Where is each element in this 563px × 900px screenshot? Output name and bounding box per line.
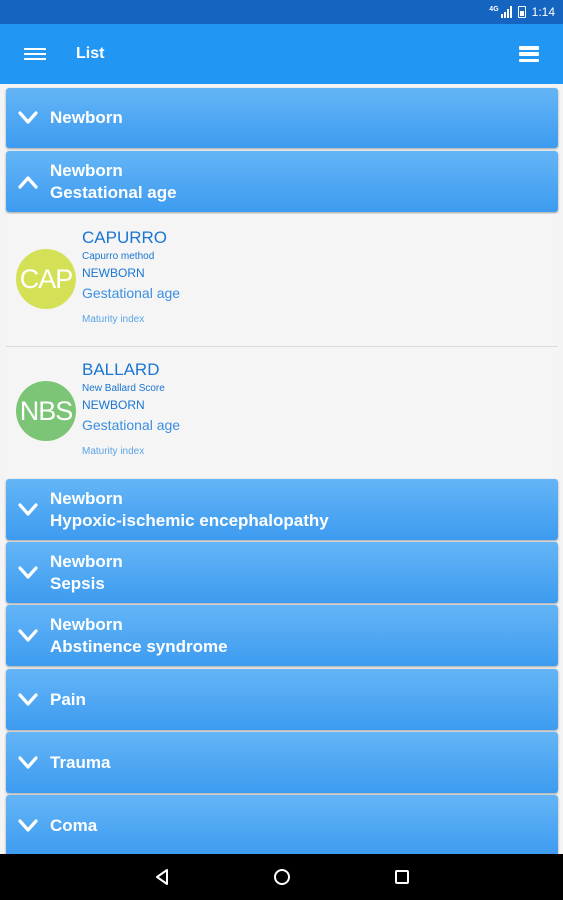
- group-title: Pain: [50, 689, 86, 709]
- group-title: Newborn: [50, 488, 123, 508]
- group-subtitle: Abstinence syndrome: [50, 636, 228, 656]
- group-header-pain[interactable]: Pain: [6, 669, 558, 730]
- signal-icon: [500, 6, 512, 18]
- group-header-newborn-abstinence[interactable]: Newborn Abstinence syndrome: [6, 605, 558, 666]
- chevron-down-icon: [6, 111, 50, 125]
- chevron-down-icon: [6, 818, 50, 833]
- chevron-down-icon: [6, 692, 50, 707]
- chevron-down-icon: [6, 502, 50, 517]
- clock: 1:14: [531, 5, 555, 19]
- chevron-down-icon: [6, 755, 50, 770]
- group-header-coma[interactable]: Coma: [6, 795, 558, 854]
- item-tag: Gestational age: [82, 417, 181, 433]
- list-view-icon[interactable]: [519, 46, 539, 62]
- item-subtitle: New Ballard Score: [82, 383, 165, 394]
- group-subtitle: Gestational age: [50, 182, 177, 202]
- chevron-down-icon: [6, 628, 50, 643]
- back-icon[interactable]: [102, 867, 222, 887]
- home-icon[interactable]: [222, 867, 342, 887]
- group-title: Newborn: [50, 108, 123, 127]
- group-subtitle: Hypoxic-ischemic encephalopathy: [50, 510, 329, 530]
- item-category: NEWBORN: [82, 398, 145, 412]
- avatar-nbs: NBS: [16, 381, 76, 441]
- app-bar: List: [0, 24, 563, 84]
- network-type: 4G: [489, 5, 499, 13]
- hamburger-menu-icon[interactable]: [24, 46, 46, 62]
- group-header-trauma[interactable]: Trauma: [6, 732, 558, 793]
- item-index-type: Maturity index: [82, 314, 145, 325]
- battery-icon: [517, 6, 526, 18]
- chevron-up-icon: [6, 175, 50, 189]
- item-category: NEWBORN: [82, 266, 145, 280]
- group-title: Newborn: [50, 614, 123, 634]
- item-tag: Gestational age: [82, 285, 181, 301]
- group-title: Trauma: [50, 752, 111, 772]
- list-item-capurro[interactable]: CAP CAPURRO Capurro method NEWBORN Gesta…: [6, 214, 558, 346]
- avatar-cap: CAP: [16, 249, 76, 309]
- item-name: CAPURRO: [82, 228, 168, 247]
- group-subtitle: Sepsis: [50, 573, 105, 593]
- group-header-newborn-sepsis[interactable]: Newborn Sepsis: [6, 542, 558, 603]
- list-item-ballard[interactable]: NBS BALLARD New Ballard Score NEWBORN Ge…: [6, 347, 558, 478]
- group-title: Newborn: [50, 551, 123, 571]
- item-name: BALLARD: [82, 360, 160, 379]
- chevron-down-icon: [6, 565, 50, 580]
- item-index-type: Maturity index: [82, 446, 145, 457]
- recents-icon[interactable]: [342, 867, 462, 887]
- status-bar: 4G 1:14: [0, 0, 563, 24]
- group-header-newborn[interactable]: Newborn: [6, 88, 558, 148]
- item-subtitle: Capurro method: [82, 251, 155, 262]
- group-title: Newborn: [50, 160, 123, 180]
- group-header-newborn-gestational-age[interactable]: Newborn Gestational age: [6, 151, 558, 212]
- group-title: Coma: [50, 815, 98, 835]
- system-nav-bar: [0, 854, 563, 900]
- expandable-list: Newborn Newborn Gestational age CAP CAPU…: [0, 84, 563, 854]
- group-header-newborn-hie[interactable]: Newborn Hypoxic-ischemic encephalopathy: [6, 479, 558, 540]
- page-title: List: [76, 45, 105, 62]
